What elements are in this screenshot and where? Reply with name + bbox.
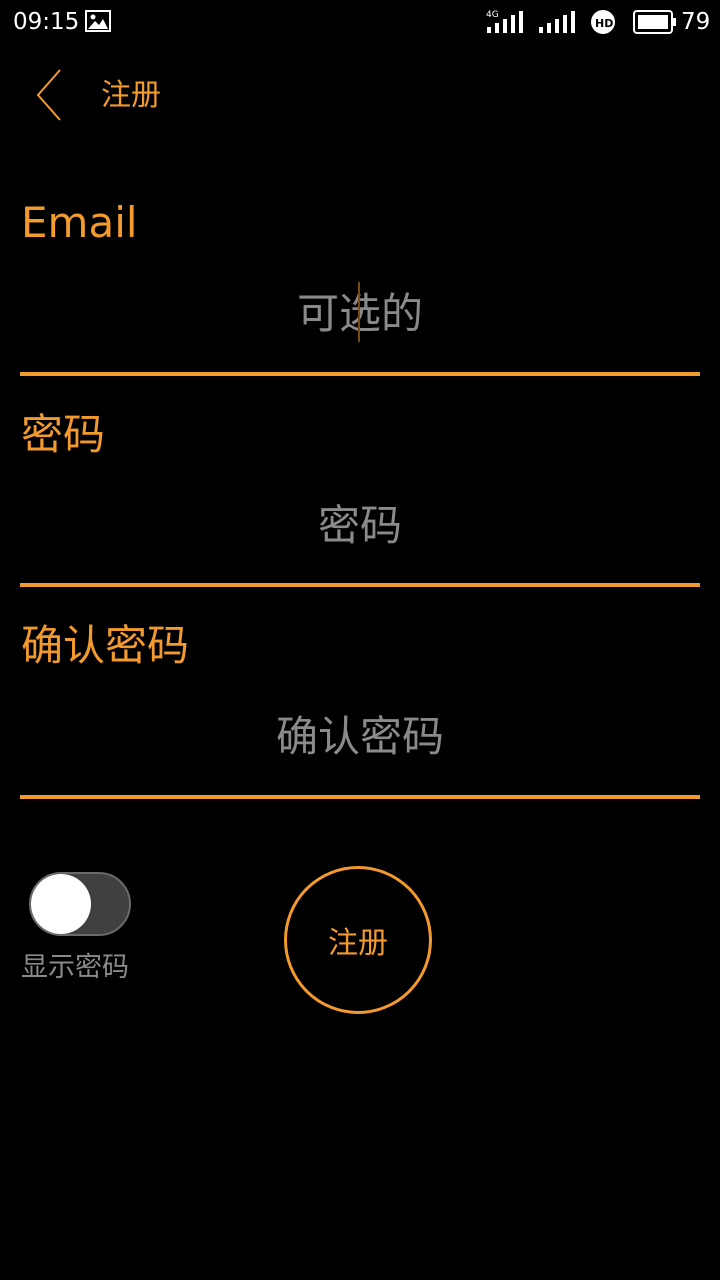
- image-icon: [85, 10, 111, 32]
- signal-icon: [539, 11, 575, 33]
- status-time: 09:15: [13, 9, 80, 35]
- svg-text:HD: HD: [595, 17, 613, 30]
- email-input[interactable]: [20, 278, 700, 348]
- show-password-label: 显示密码: [21, 952, 129, 983]
- email-label: Email: [21, 198, 138, 247]
- confirm-password-underline: [20, 795, 700, 799]
- toolbar: 注册: [0, 50, 720, 142]
- password-input[interactable]: [20, 490, 700, 560]
- toggle-knob: [31, 874, 91, 934]
- register-button[interactable]: 注册: [284, 866, 432, 1014]
- status-bar: 09:15 4G HD 79: [0, 0, 720, 44]
- page-title: 注册: [101, 78, 161, 113]
- email-underline: [20, 372, 700, 376]
- battery-level: 79: [681, 9, 711, 35]
- battery-icon: [633, 10, 676, 34]
- confirm-password-input[interactable]: [20, 701, 700, 771]
- password-label: 密码: [21, 410, 106, 459]
- back-button[interactable]: [22, 64, 78, 126]
- hd-icon: HD: [591, 10, 615, 34]
- svg-text:4G: 4G: [486, 10, 499, 20]
- 4g-signal-icon: 4G: [486, 10, 523, 33]
- chevron-left-icon: [36, 69, 61, 121]
- confirm-password-label: 确认密码: [21, 621, 190, 670]
- password-underline: [20, 583, 700, 587]
- text-cursor: [358, 282, 360, 342]
- show-password-toggle[interactable]: [29, 872, 131, 936]
